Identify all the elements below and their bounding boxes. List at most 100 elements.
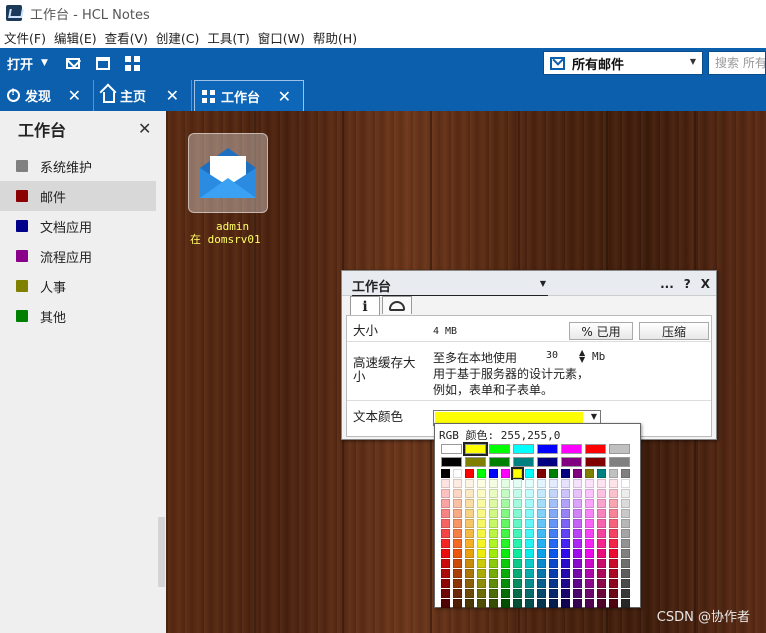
cache-size-input[interactable]: 30 (543, 350, 573, 364)
color-swatch[interactable] (489, 559, 498, 568)
color-swatch[interactable] (561, 569, 570, 578)
color-swatch[interactable] (621, 569, 630, 578)
color-swatch[interactable] (525, 479, 534, 488)
color-swatch[interactable] (573, 499, 582, 508)
color-swatch[interactable] (465, 519, 474, 528)
color-swatch[interactable] (537, 469, 546, 478)
color-swatch[interactable] (513, 579, 522, 588)
color-swatch[interactable] (537, 529, 546, 538)
sidebar-item-other[interactable]: 其他 (0, 301, 156, 331)
tab-workspace[interactable]: 工作台 ✕ (194, 80, 304, 111)
color-swatch[interactable] (513, 529, 522, 538)
color-swatch[interactable] (465, 469, 474, 478)
color-swatch[interactable] (573, 589, 582, 598)
color-swatch[interactable] (537, 509, 546, 518)
color-swatch[interactable] (465, 599, 474, 608)
color-swatch[interactable] (597, 529, 606, 538)
color-swatch[interactable] (465, 569, 474, 578)
color-swatch[interactable] (489, 539, 498, 548)
color-swatch[interactable] (513, 559, 522, 568)
color-swatch[interactable] (573, 539, 582, 548)
color-swatch[interactable] (597, 489, 606, 498)
color-swatch[interactable] (453, 549, 462, 558)
menu-edit[interactable]: 编辑(E) (52, 28, 103, 47)
color-swatch[interactable] (489, 569, 498, 578)
color-swatch[interactable] (561, 539, 570, 548)
color-swatch[interactable] (525, 549, 534, 558)
color-swatch[interactable] (561, 549, 570, 558)
compress-button[interactable]: 压缩 (639, 322, 709, 340)
color-swatch[interactable] (609, 509, 618, 518)
color-swatch[interactable] (549, 599, 558, 608)
close-icon[interactable]: ✕ (68, 86, 81, 105)
color-swatch[interactable] (597, 549, 606, 558)
color-swatch[interactable] (573, 509, 582, 518)
sidebar-item-workflow-apps[interactable]: 流程应用 (0, 241, 156, 271)
color-swatch[interactable] (609, 559, 618, 568)
close-icon[interactable]: ✕ (138, 119, 151, 138)
color-swatch[interactable] (465, 509, 474, 518)
color-swatch[interactable] (597, 589, 606, 598)
color-swatch[interactable] (609, 444, 630, 454)
color-swatch[interactable] (561, 479, 570, 488)
color-swatch[interactable] (489, 519, 498, 528)
more-options-icon[interactable]: ... (660, 277, 674, 291)
color-swatch[interactable] (537, 549, 546, 558)
color-swatch[interactable] (609, 599, 618, 608)
color-swatch[interactable] (489, 509, 498, 518)
color-swatch[interactable] (549, 519, 558, 528)
sidebar-item-document-apps[interactable]: 文档应用 (0, 211, 156, 241)
color-swatch[interactable] (585, 469, 594, 478)
color-swatch[interactable] (441, 509, 450, 518)
color-swatch[interactable] (465, 589, 474, 598)
tab-discover[interactable]: 发现 ✕ (0, 80, 94, 111)
color-swatch[interactable] (537, 519, 546, 528)
color-swatch[interactable] (585, 559, 594, 568)
color-swatch[interactable] (561, 579, 570, 588)
color-swatch[interactable] (513, 509, 522, 518)
color-swatch[interactable] (585, 599, 594, 608)
color-swatch[interactable] (441, 599, 450, 608)
color-swatch[interactable] (549, 529, 558, 538)
color-swatch[interactable] (621, 579, 630, 588)
percent-used-button[interactable]: % 已用 (569, 322, 633, 340)
color-swatch[interactable] (549, 579, 558, 588)
color-swatch[interactable] (489, 589, 498, 598)
color-swatch[interactable] (453, 569, 462, 578)
color-swatch[interactable] (501, 539, 510, 548)
color-swatch[interactable] (453, 529, 462, 538)
color-swatch[interactable] (465, 489, 474, 498)
color-swatch[interactable] (513, 569, 522, 578)
color-swatch[interactable] (585, 529, 594, 538)
color-swatch[interactable] (609, 489, 618, 498)
color-swatch[interactable] (525, 559, 534, 568)
color-swatch[interactable] (585, 589, 594, 598)
color-swatch[interactable] (573, 579, 582, 588)
menu-create[interactable]: 创建(C) (154, 28, 205, 47)
color-swatch[interactable] (573, 599, 582, 608)
search-input[interactable]: 搜索 所有邮件 (708, 51, 766, 75)
color-swatch[interactable] (465, 499, 474, 508)
color-swatch[interactable] (597, 569, 606, 578)
color-swatch[interactable] (513, 444, 534, 454)
properties-type-selector[interactable]: 工作台 ▼ (352, 276, 548, 296)
color-swatch[interactable] (561, 469, 570, 478)
color-swatch[interactable] (573, 489, 582, 498)
color-swatch[interactable] (537, 559, 546, 568)
color-swatch[interactable] (501, 469, 510, 478)
color-swatch[interactable] (585, 539, 594, 548)
color-swatch[interactable] (549, 489, 558, 498)
color-swatch[interactable] (513, 549, 522, 558)
color-swatch[interactable] (465, 529, 474, 538)
color-swatch[interactable] (537, 489, 546, 498)
color-swatch[interactable] (561, 519, 570, 528)
color-swatch[interactable] (621, 479, 630, 488)
color-swatch[interactable] (537, 599, 546, 608)
color-swatch[interactable] (525, 519, 534, 528)
color-swatch[interactable] (537, 589, 546, 598)
color-swatch[interactable] (465, 559, 474, 568)
color-swatch[interactable] (441, 457, 462, 467)
color-swatch[interactable] (609, 499, 618, 508)
color-swatch[interactable] (573, 469, 582, 478)
color-swatch[interactable] (621, 519, 630, 528)
